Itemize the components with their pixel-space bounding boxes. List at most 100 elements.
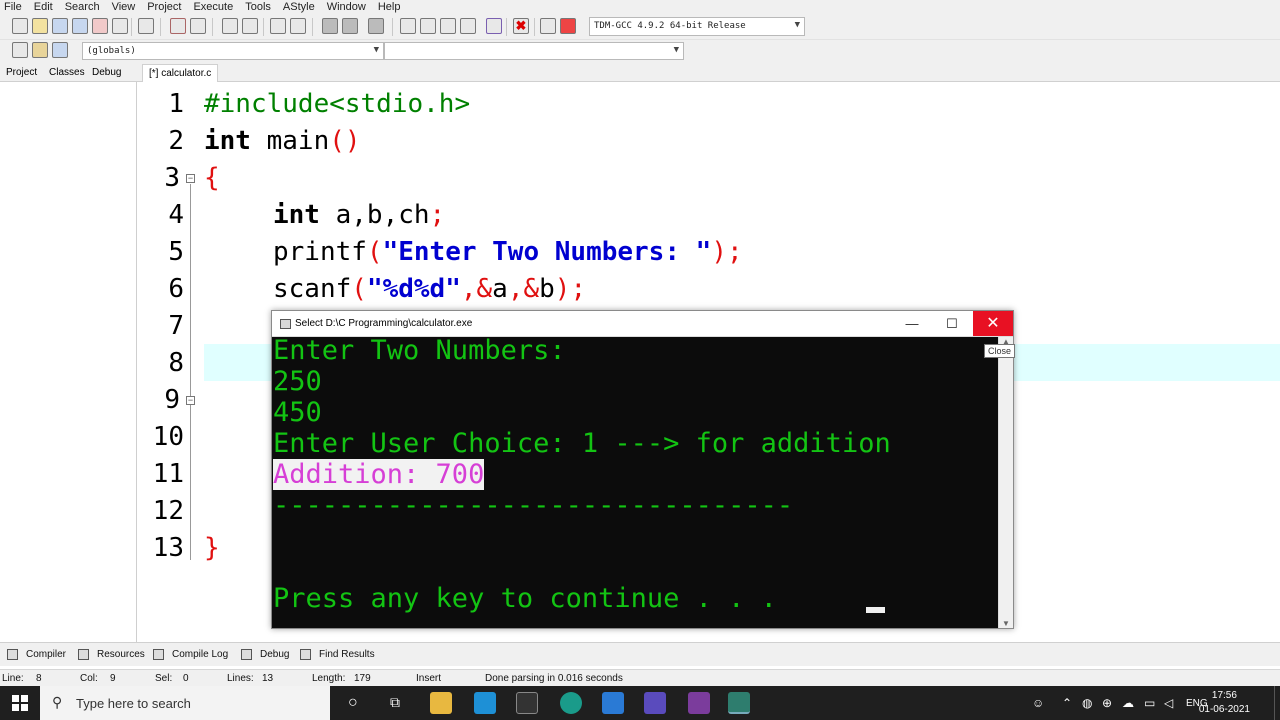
compile-icon[interactable] bbox=[400, 18, 416, 34]
volume-icon[interactable]: ◁ bbox=[1164, 696, 1173, 710]
menu-view[interactable]: View bbox=[112, 1, 136, 13]
compile-run-icon[interactable] bbox=[440, 18, 456, 34]
menu-tools[interactable]: Tools bbox=[245, 1, 271, 13]
menu-project[interactable]: Project bbox=[147, 1, 181, 13]
dev-cpp-icon[interactable] bbox=[644, 692, 666, 714]
menu-search[interactable]: Search bbox=[65, 1, 100, 13]
save-icon[interactable] bbox=[52, 18, 68, 34]
app-l-icon[interactable] bbox=[474, 692, 496, 714]
line-number: 11 bbox=[152, 459, 184, 489]
menu-help[interactable]: Help bbox=[378, 1, 401, 13]
close-button[interactable]: ✕ bbox=[973, 311, 1013, 336]
save-all-icon[interactable] bbox=[72, 18, 88, 34]
scope-select[interactable]: (globals) ▼ bbox=[82, 42, 384, 60]
menu-edit[interactable]: Edit bbox=[34, 1, 53, 13]
show-hidden-icon[interactable]: ⌃ bbox=[1062, 696, 1072, 710]
compiler-select-value: TDM-GCC 4.9.2 64-bit Release bbox=[594, 21, 746, 31]
fold-toggle-icon[interactable]: − bbox=[186, 396, 195, 405]
network-icon[interactable]: ⊕ bbox=[1102, 696, 1112, 710]
unindent-icon[interactable] bbox=[290, 18, 306, 34]
console-taskbar-icon[interactable] bbox=[728, 692, 750, 714]
tab-calculator-c[interactable]: [*] calculator.c bbox=[142, 64, 219, 82]
mail-icon[interactable] bbox=[602, 692, 624, 714]
profile-icon[interactable] bbox=[560, 18, 576, 34]
tab-classes[interactable]: Classes bbox=[49, 67, 85, 78]
tab-project[interactable]: Project bbox=[6, 67, 37, 78]
bottom-panel-tabs: Compiler Resources Compile Log Debug Fin… bbox=[0, 642, 1280, 666]
minimize-button[interactable]: — bbox=[892, 311, 932, 336]
tab-compiler[interactable]: Compiler bbox=[26, 649, 66, 660]
redo-icon[interactable] bbox=[190, 18, 206, 34]
line-number: 3 bbox=[164, 163, 180, 193]
menu-astyle[interactable]: AStyle bbox=[283, 1, 315, 13]
task-view-icon[interactable]: ⧉ bbox=[390, 694, 400, 711]
console-scrollbar[interactable]: ▲ ▼ bbox=[998, 337, 1013, 628]
terminal-icon[interactable] bbox=[516, 692, 538, 714]
indent-icon[interactable] bbox=[270, 18, 286, 34]
status-sel-label: Sel: bbox=[155, 673, 173, 684]
fold-toggle-icon[interactable]: − bbox=[186, 174, 195, 183]
tab-find-results[interactable]: Find Results bbox=[319, 649, 375, 660]
console-line: -------------------------------- bbox=[273, 490, 794, 521]
status-length-value: 179 bbox=[354, 673, 371, 684]
close-all-icon[interactable] bbox=[112, 18, 128, 34]
identifier: b bbox=[539, 274, 555, 304]
status-length-label: Length: bbox=[312, 673, 346, 684]
open-file-icon[interactable] bbox=[32, 18, 48, 34]
windows-start-icon[interactable] bbox=[12, 695, 28, 711]
tab-resources[interactable]: Resources bbox=[97, 649, 145, 660]
console-app-icon bbox=[280, 319, 291, 329]
menu-file[interactable]: File bbox=[4, 1, 22, 13]
taskbar-search[interactable]: ⚲ Type here to search bbox=[40, 686, 330, 720]
chart-icon[interactable] bbox=[540, 18, 556, 34]
insert-icon[interactable] bbox=[32, 42, 48, 58]
edge-icon[interactable] bbox=[560, 692, 582, 714]
replace-icon[interactable] bbox=[242, 18, 258, 34]
line-number: 6 bbox=[168, 274, 184, 304]
rebuild-icon[interactable] bbox=[460, 18, 476, 34]
tab-compile-log[interactable]: Compile Log bbox=[172, 649, 228, 660]
status-lines-value: 13 bbox=[262, 673, 274, 684]
people-icon[interactable]: ☺ bbox=[1032, 696, 1044, 710]
close-file-icon[interactable] bbox=[92, 18, 108, 34]
goto-icon[interactable] bbox=[12, 42, 28, 58]
find-icon[interactable] bbox=[222, 18, 238, 34]
toggle-icon[interactable] bbox=[52, 42, 68, 58]
console-window[interactable]: Select D:\C Programming\calculator.exe —… bbox=[271, 310, 1014, 629]
stop-icon[interactable]: ✖ bbox=[513, 18, 529, 34]
app-purple-icon[interactable] bbox=[688, 692, 710, 714]
print-icon[interactable] bbox=[138, 18, 154, 34]
taskbar-clock[interactable]: 17:56 01-06-2021 bbox=[1199, 689, 1250, 717]
console-title-bar[interactable]: Select D:\C Programming\calculator.exe —… bbox=[272, 311, 1013, 337]
close-tooltip: Close bbox=[984, 344, 1016, 358]
tray-app-icon[interactable]: ◍ bbox=[1082, 696, 1092, 710]
menu-execute[interactable]: Execute bbox=[193, 1, 233, 13]
back-icon[interactable] bbox=[322, 18, 338, 34]
console-line-selected: Addition: 700 bbox=[273, 459, 485, 490]
check-syntax-icon[interactable] bbox=[486, 18, 502, 34]
symbol-select[interactable]: ▼ bbox=[384, 42, 684, 60]
windows-taskbar: ⚲ Type here to search ○ ⧉ ☺ ⌃ ◍ ⊕ ☁ ▭ ◁ … bbox=[0, 686, 1280, 720]
new-file-icon[interactable] bbox=[12, 18, 28, 34]
show-desktop-button[interactable] bbox=[1274, 686, 1280, 720]
class-toolbar: (globals) ▼ ▼ bbox=[0, 40, 1280, 62]
tab-debug[interactable]: Debug bbox=[92, 67, 121, 78]
run-icon[interactable] bbox=[420, 18, 436, 34]
paren: ); bbox=[554, 274, 587, 304]
undo-icon[interactable] bbox=[170, 18, 186, 34]
tab-debug-bottom[interactable]: Debug bbox=[260, 649, 289, 660]
maximize-button[interactable]: ☐ bbox=[932, 311, 972, 336]
menu-window[interactable]: Window bbox=[327, 1, 366, 13]
code-line-13: } bbox=[204, 530, 220, 567]
compile-log-icon bbox=[153, 649, 164, 660]
cloud-icon[interactable]: ☁ bbox=[1122, 696, 1134, 710]
file-explorer-icon[interactable] bbox=[430, 692, 452, 714]
forward-icon[interactable] bbox=[342, 18, 358, 34]
chevron-down-icon[interactable]: ▼ bbox=[1002, 619, 1010, 628]
bookmark-icon[interactable] bbox=[368, 18, 384, 34]
battery-icon[interactable]: ▭ bbox=[1144, 696, 1155, 710]
compiler-select[interactable]: TDM-GCC 4.9.2 64-bit Release ▼ bbox=[589, 17, 805, 36]
status-message: Done parsing in 0.016 seconds bbox=[485, 673, 623, 684]
console-output[interactable]: Enter Two Numbers: 250 450 Enter User Ch… bbox=[272, 337, 998, 628]
cortana-icon[interactable]: ○ bbox=[348, 694, 358, 712]
